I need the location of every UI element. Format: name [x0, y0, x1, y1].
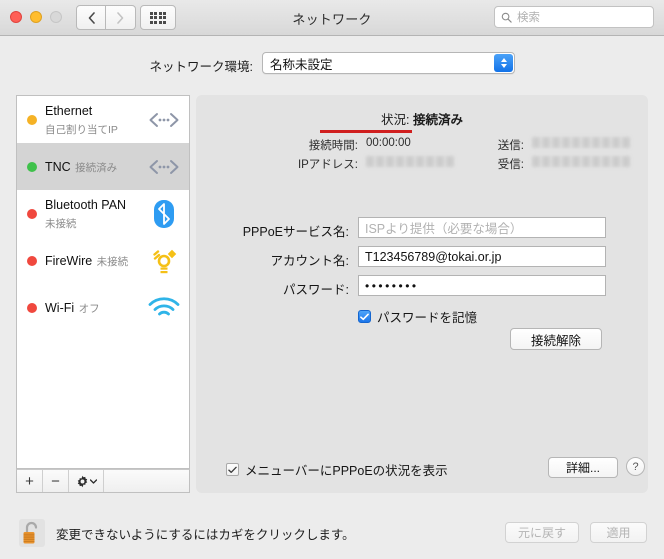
disconnect-button[interactable]: 接続解除: [510, 328, 602, 350]
connection-status-value: 接続済み: [412, 113, 463, 127]
advanced-button[interactable]: 詳細...: [548, 457, 618, 478]
service-detail-panel: 状況: 接続済み 接続時間: 00:00:00 送信: IPアドレス: 受信: …: [196, 95, 648, 493]
window-footer: 変更できないようにするにはカギをクリックします。 元に戻す 適用: [0, 505, 664, 559]
network-environment-row: ネットワーク環境: 名称未設定: [0, 52, 664, 78]
checkbox-checked-icon: [358, 310, 371, 323]
wifi-icon: [147, 291, 181, 325]
status-dot: [27, 255, 37, 266]
bluetooth-icon: [147, 197, 181, 231]
received-value: [532, 156, 630, 169]
sidebar-item-ethernet[interactable]: Ethernet 自己割り当てIP: [17, 96, 189, 143]
service-name: FireWire: [45, 253, 93, 268]
service-name: TNC: [45, 159, 71, 174]
remember-password-label: パスワードを記憶: [377, 311, 478, 325]
show-in-menubar-label: メニューバーにPPPoEの状況を表示: [245, 464, 448, 478]
network-services-list[interactable]: Ethernet 自己割り当てIP TNC 接続済み Bluetooth PAN…: [16, 95, 190, 469]
status-highlight-annotation: [320, 130, 412, 133]
sidebar-item-tnc[interactable]: TNC 接続済み: [17, 143, 189, 190]
network-environment-select[interactable]: 名称未設定: [262, 52, 515, 74]
password-row: パスワード: ••••••••: [196, 275, 648, 304]
password-input[interactable]: ••••••••: [358, 275, 606, 296]
service-status: 未接続: [96, 255, 129, 268]
chevron-down-icon: [89, 478, 97, 484]
status-dot: [27, 161, 37, 172]
chevron-updown-icon: [494, 54, 513, 72]
ip-address-value: [366, 156, 454, 169]
show-in-menubar-checkbox[interactable]: メニューバーにPPPoEの状況を表示: [226, 460, 448, 479]
service-status: 自己割り当てIP: [45, 123, 118, 136]
apply-button[interactable]: 適用: [590, 522, 647, 543]
service-name-input[interactable]: ISPより提供（必要な場合）: [358, 217, 606, 238]
status-dot: [27, 302, 37, 313]
sidebar-item-firewire[interactable]: FireWire 未接続: [17, 237, 189, 284]
sent-label: 送信:: [497, 140, 524, 152]
remove-service-button[interactable]: −: [43, 470, 69, 492]
status-dot: [27, 208, 37, 219]
service-name: Bluetooth PAN: [45, 197, 127, 212]
service-status: 未接続: [45, 217, 77, 230]
status-dot: [27, 114, 37, 125]
received-label: 受信:: [497, 159, 524, 171]
table-row: IPアドレス: 受信:: [196, 156, 648, 175]
connect-time-label: 接続時間:: [308, 140, 358, 152]
account-name-label: アカウント名:: [270, 254, 349, 268]
revert-button[interactable]: 元に戻す: [505, 522, 579, 543]
service-name-row: PPPoEサービス名: ISPより提供（必要な場合）: [196, 217, 648, 246]
service-status: 接続済み: [75, 161, 118, 174]
network-environment-label: ネットワーク環境:: [149, 60, 253, 74]
sidebar-item-bluetooth-pan[interactable]: Bluetooth PAN 未接続: [17, 190, 189, 237]
table-row: 接続時間: 00:00:00 送信:: [196, 137, 648, 156]
service-status: オフ: [78, 302, 100, 315]
help-button[interactable]: ?: [626, 457, 645, 476]
add-service-button[interactable]: +: [17, 470, 43, 492]
firewire-icon: [147, 244, 181, 278]
lock-description: 変更できないようにするにはカギをクリックします。: [56, 528, 355, 542]
password-label: パスワード:: [283, 283, 349, 297]
ethernet-pppoe-icon: [147, 150, 181, 184]
service-name: Wi-Fi: [45, 300, 75, 315]
window-titlebar: ネットワーク 検索: [0, 0, 664, 36]
network-services-toolbar: + −: [16, 469, 190, 493]
service-name: Ethernet: [45, 103, 93, 118]
connection-info: 接続時間: 00:00:00 送信: IPアドレス: 受信:: [196, 137, 648, 175]
account-name-row: アカウント名: T123456789@tokai.or.jp: [196, 246, 648, 275]
search-placeholder: 検索: [517, 12, 540, 24]
remember-password-checkbox[interactable]: パスワードを記憶: [358, 307, 477, 326]
ethernet-pppoe-icon: [147, 103, 181, 137]
network-preferences-window: ネットワーク 検索 ネットワーク環境: 名称未設定 Ethernet 自己割り当…: [0, 0, 664, 559]
ip-address-label: IPアドレス:: [297, 159, 358, 171]
sent-value: [532, 137, 630, 150]
checkbox-checked-icon: [226, 463, 239, 476]
network-environment-value: 名称未設定: [270, 57, 333, 72]
search-input[interactable]: 検索: [494, 6, 654, 28]
service-name-label: PPPoEサービス名:: [242, 225, 349, 239]
connection-status-label: 状況:: [381, 113, 410, 127]
account-name-input[interactable]: T123456789@tokai.or.jp: [358, 246, 606, 267]
service-actions-button[interactable]: [69, 470, 104, 492]
gear-icon: [77, 475, 87, 487]
connect-time-value: 00:00:00: [366, 137, 411, 149]
sidebar-item-wifi[interactable]: Wi-Fi オフ: [17, 284, 189, 331]
pppoe-form: PPPoEサービス名: ISPより提供（必要な場合） アカウント名: T1234…: [196, 217, 648, 304]
panel-bottom-row: メニューバーにPPPoEの状況を表示 詳細... ?: [196, 457, 648, 481]
lock-open-icon[interactable]: [18, 518, 46, 548]
search-icon: [501, 12, 512, 23]
connection-status: 状況: 接続済み: [196, 109, 648, 128]
